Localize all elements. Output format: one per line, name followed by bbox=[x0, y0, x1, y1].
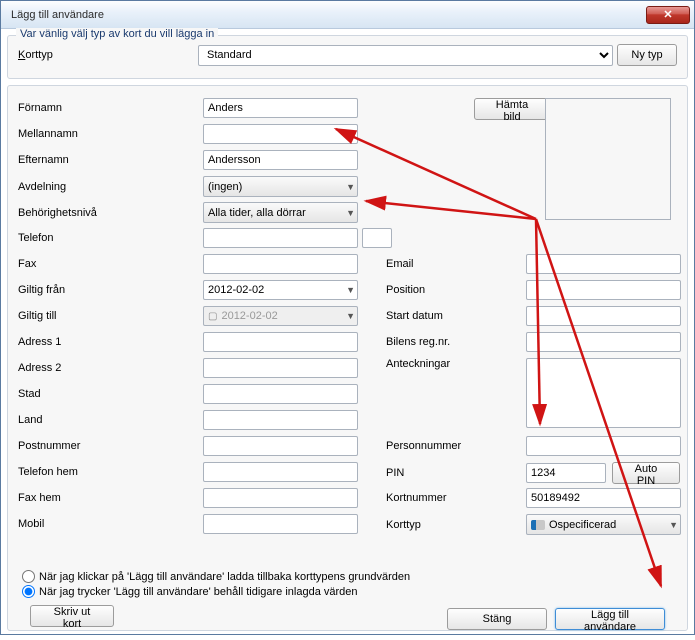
korttyp-label: Korttyp bbox=[18, 49, 198, 61]
kortnummer-label: Kortnummer bbox=[386, 492, 526, 504]
postnummer-input[interactable] bbox=[203, 436, 358, 456]
giltig-fran-input[interactable]: 2012-02-02 ▼ bbox=[203, 280, 358, 300]
efternamn-label: Efternamn bbox=[18, 154, 203, 166]
adress1-label: Adress 1 bbox=[18, 336, 203, 348]
fax-hem-label: Fax hem bbox=[18, 492, 203, 504]
mellannamn-label: Mellannamn bbox=[18, 128, 203, 140]
fornamn-label: Förnamn bbox=[18, 102, 203, 114]
personnummer-label: Personnummer bbox=[386, 440, 526, 452]
telefon-hem-input[interactable] bbox=[203, 462, 358, 482]
calendar-icon: ▢ bbox=[208, 311, 217, 322]
start-datum-label: Start datum bbox=[386, 310, 526, 322]
efternamn-input[interactable] bbox=[203, 150, 358, 170]
kortnummer-input[interactable] bbox=[526, 488, 681, 508]
telefon-ext-input[interactable] bbox=[362, 228, 392, 248]
photo-box bbox=[545, 98, 671, 220]
telefon-label: Telefon bbox=[18, 232, 203, 244]
stad-label: Stad bbox=[18, 388, 203, 400]
chevron-down-icon: ▼ bbox=[346, 311, 355, 321]
radio-grundvarden[interactable] bbox=[22, 570, 35, 583]
position-input[interactable] bbox=[526, 280, 681, 300]
behorig-select[interactable]: Alla tider, alla dörrar ▼ bbox=[203, 202, 358, 223]
email-input[interactable] bbox=[526, 254, 681, 274]
bilens-reg-label: Bilens reg.nr. bbox=[386, 336, 526, 348]
ny-typ-button[interactable]: Ny typ bbox=[617, 44, 677, 66]
chevron-down-icon: ▼ bbox=[669, 520, 678, 530]
telefon-hem-label: Telefon hem bbox=[18, 466, 203, 478]
giltig-fran-label: Giltig från bbox=[18, 284, 203, 296]
skriv-ut-button[interactable]: Skriv ut kort bbox=[30, 605, 114, 627]
titlebar: Lägg till användare ✕ bbox=[1, 1, 694, 29]
chevron-down-icon: ▼ bbox=[346, 285, 355, 295]
land-label: Land bbox=[18, 414, 203, 426]
start-datum-input[interactable] bbox=[526, 306, 681, 326]
korttyp2-select[interactable]: Ospecificerad ▼ bbox=[526, 514, 681, 535]
close-button[interactable]: ✕ bbox=[646, 6, 690, 24]
fornamn-input[interactable] bbox=[203, 98, 358, 118]
mellannamn-input[interactable] bbox=[203, 124, 358, 144]
adress2-input[interactable] bbox=[203, 358, 358, 378]
anteckningar-textarea[interactable] bbox=[526, 358, 681, 428]
chevron-down-icon: ▼ bbox=[346, 182, 355, 192]
window-title: Lägg till användare bbox=[11, 9, 646, 21]
lagg-till-button[interactable]: Lägg till användare bbox=[555, 608, 665, 630]
giltig-till-input[interactable]: ▢2012-02-02 ▼ bbox=[203, 306, 358, 326]
email-label: Email bbox=[386, 258, 526, 270]
position-label: Position bbox=[386, 284, 526, 296]
hamta-bild-button[interactable]: Hämta bild bbox=[474, 98, 550, 120]
avdelning-label: Avdelning bbox=[18, 181, 203, 193]
korttyp-select[interactable]: Standard bbox=[198, 45, 613, 66]
pin-input[interactable] bbox=[526, 463, 606, 483]
adress1-input[interactable] bbox=[203, 332, 358, 352]
top-group-legend: Var vänlig välj typ av kort du vill lägg… bbox=[16, 28, 218, 40]
chevron-down-icon: ▼ bbox=[346, 208, 355, 218]
land-input[interactable] bbox=[203, 410, 358, 430]
top-groupbox: Var vänlig välj typ av kort du vill lägg… bbox=[7, 35, 688, 79]
main-groupbox: Förnamn Mellannamn Efternamn Avdelning (… bbox=[7, 85, 688, 631]
card-icon bbox=[531, 520, 545, 530]
personnummer-input[interactable] bbox=[526, 436, 681, 456]
postnummer-label: Postnummer bbox=[18, 440, 203, 452]
auto-pin-button[interactable]: Auto PIN bbox=[612, 462, 680, 484]
pin-label: PIN bbox=[386, 467, 526, 479]
mobil-label: Mobil bbox=[18, 518, 203, 530]
telefon-input[interactable] bbox=[203, 228, 358, 248]
korttyp2-label: Korttyp bbox=[386, 519, 526, 531]
mobil-input[interactable] bbox=[203, 514, 358, 534]
giltig-till-label: Giltig till bbox=[18, 310, 203, 322]
close-icon: ✕ bbox=[663, 8, 672, 21]
adress2-label: Adress 2 bbox=[18, 362, 203, 374]
bilens-reg-input[interactable] bbox=[526, 332, 681, 352]
radio-behall[interactable] bbox=[22, 585, 35, 598]
anteckningar-label: Anteckningar bbox=[386, 358, 526, 370]
stad-input[interactable] bbox=[203, 384, 358, 404]
fax-input[interactable] bbox=[203, 254, 358, 274]
avdelning-select[interactable]: (ingen) ▼ bbox=[203, 176, 358, 197]
behorig-label: Behörighetsnivå bbox=[18, 207, 203, 219]
radio-behall-label: När jag trycker 'Lägg till användare' be… bbox=[39, 586, 358, 598]
stang-button[interactable]: Stäng bbox=[447, 608, 547, 630]
fax-label: Fax bbox=[18, 258, 203, 270]
radio-grundvarden-label: När jag klickar på 'Lägg till användare'… bbox=[39, 571, 410, 583]
fax-hem-input[interactable] bbox=[203, 488, 358, 508]
